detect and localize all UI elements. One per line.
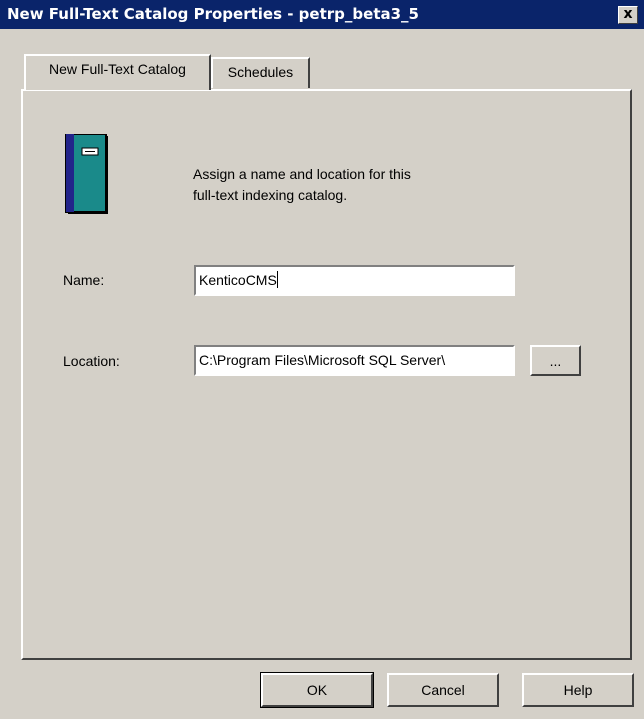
catalog-book-icon xyxy=(65,134,108,214)
name-label: Name: xyxy=(63,272,105,288)
tab-schedules[interactable]: Schedules xyxy=(211,57,310,88)
tab-label: Schedules xyxy=(227,64,294,80)
ok-button-label: OK xyxy=(306,682,328,698)
cancel-button-label: Cancel xyxy=(421,682,465,698)
ok-button[interactable]: OK xyxy=(260,672,374,708)
cancel-button[interactable]: Cancel xyxy=(387,673,499,707)
help-button[interactable]: Help xyxy=(522,673,634,707)
dialog-window: New Full-Text Catalog Properties - petrp… xyxy=(0,0,644,719)
close-button[interactable]: x xyxy=(618,6,638,24)
close-icon: x xyxy=(623,6,633,22)
location-label: Location: xyxy=(63,353,120,369)
location-input-value: C:\Program Files\Microsoft SQL Server\ xyxy=(199,352,446,368)
tab-label: New Full-Text Catalog xyxy=(49,61,186,77)
name-input[interactable]: KenticoCMS xyxy=(194,265,515,296)
browse-button-label: ... xyxy=(549,353,562,369)
window-title: New Full-Text Catalog Properties - petrp… xyxy=(7,5,419,23)
text-caret xyxy=(276,271,278,288)
title-bar[interactable]: New Full-Text Catalog Properties - petrp… xyxy=(0,0,644,29)
tab-new-full-text-catalog[interactable]: New Full-Text Catalog xyxy=(24,54,211,90)
description-line-1: Assign a name and location for this xyxy=(193,166,411,182)
name-input-value: KenticoCMS xyxy=(199,272,277,288)
description-text: Assign a name and location for this full… xyxy=(193,164,493,206)
description-line-2: full-text indexing catalog. xyxy=(193,187,348,203)
browse-button[interactable]: ... xyxy=(530,345,581,376)
help-button-label: Help xyxy=(563,682,593,698)
location-input[interactable]: C:\Program Files\Microsoft SQL Server\ xyxy=(194,345,515,376)
